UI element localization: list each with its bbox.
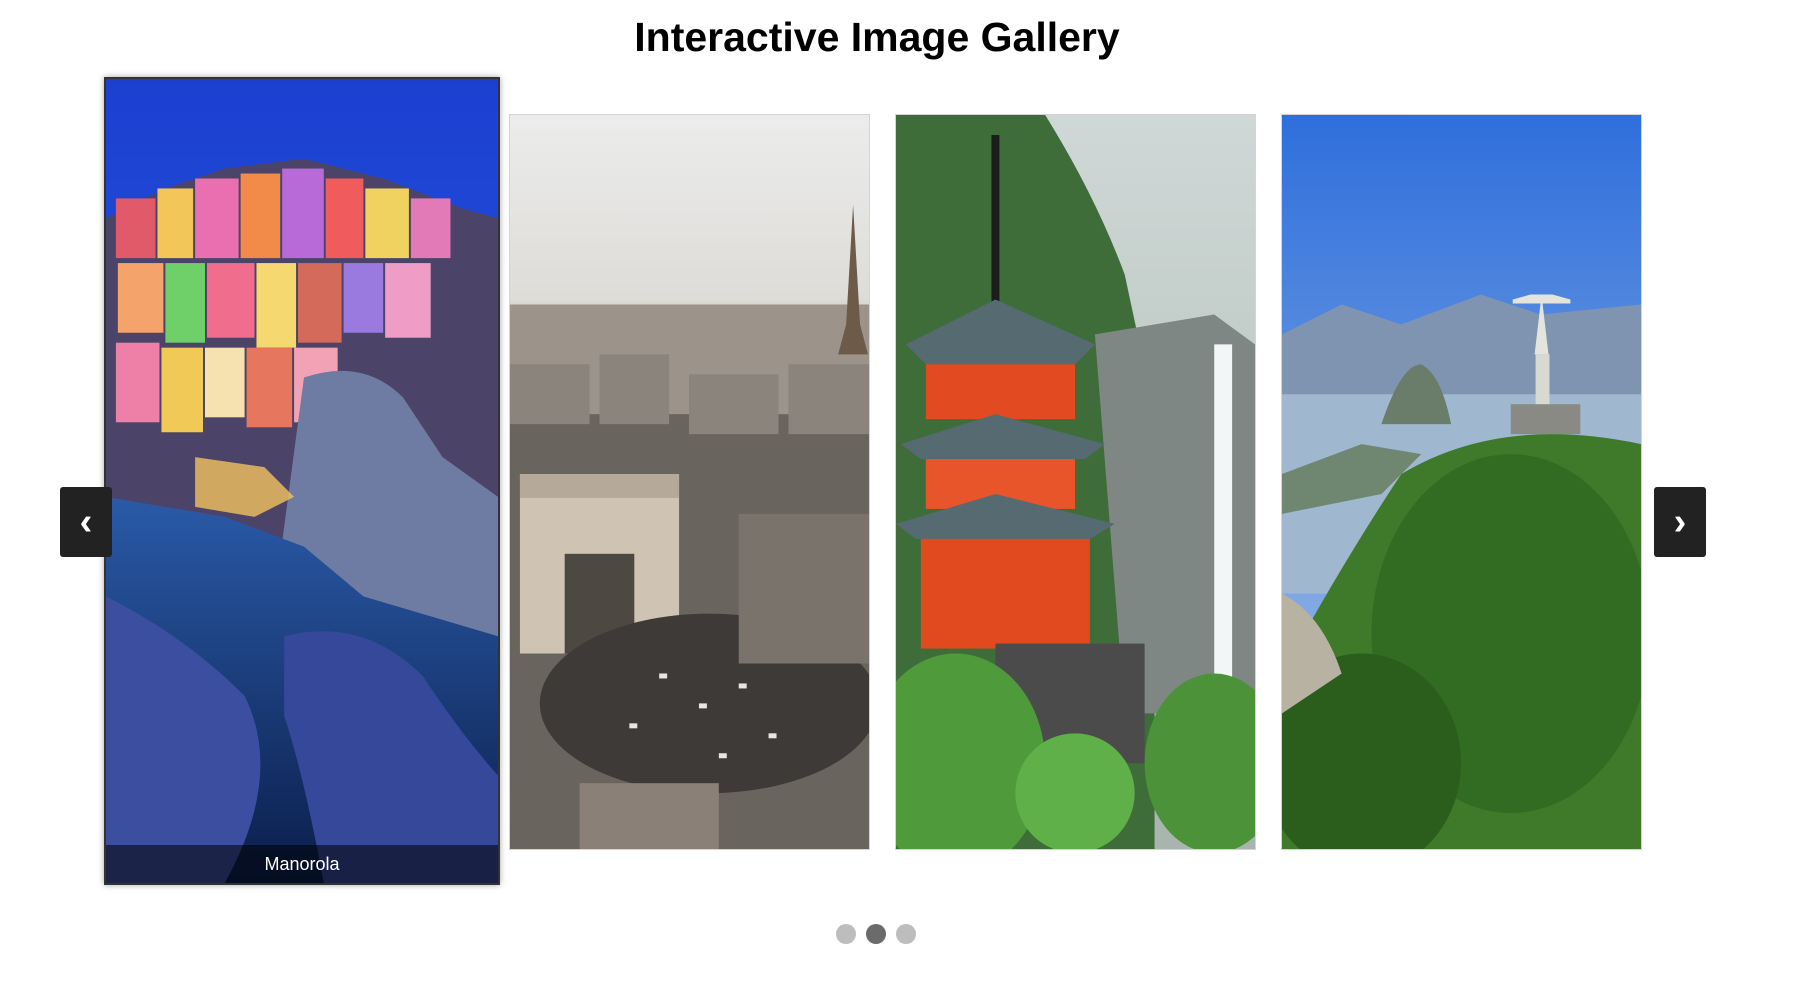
pagination-dots xyxy=(836,924,916,944)
slide-caption: Manorola xyxy=(106,845,498,883)
next-button[interactable]: › xyxy=(1654,487,1706,557)
pagoda-image xyxy=(896,115,1255,849)
pagination-dot-1[interactable] xyxy=(836,924,856,944)
manorola-image xyxy=(106,79,498,883)
pagination-dot-2[interactable] xyxy=(866,924,886,944)
prev-button[interactable]: ‹ xyxy=(60,487,112,557)
pagination-dot-3[interactable] xyxy=(896,924,916,944)
gallery-slide-pagoda[interactable] xyxy=(895,114,1256,850)
gallery-slide-paris[interactable] xyxy=(509,114,870,850)
gallery-slide-manorola[interactable]: Manorola xyxy=(104,77,500,885)
paris-image xyxy=(510,115,869,849)
image-gallery: Manorola ‹ › xyxy=(0,0,1798,995)
gallery-slide-rio[interactable] xyxy=(1281,114,1642,850)
rio-image xyxy=(1282,115,1641,849)
